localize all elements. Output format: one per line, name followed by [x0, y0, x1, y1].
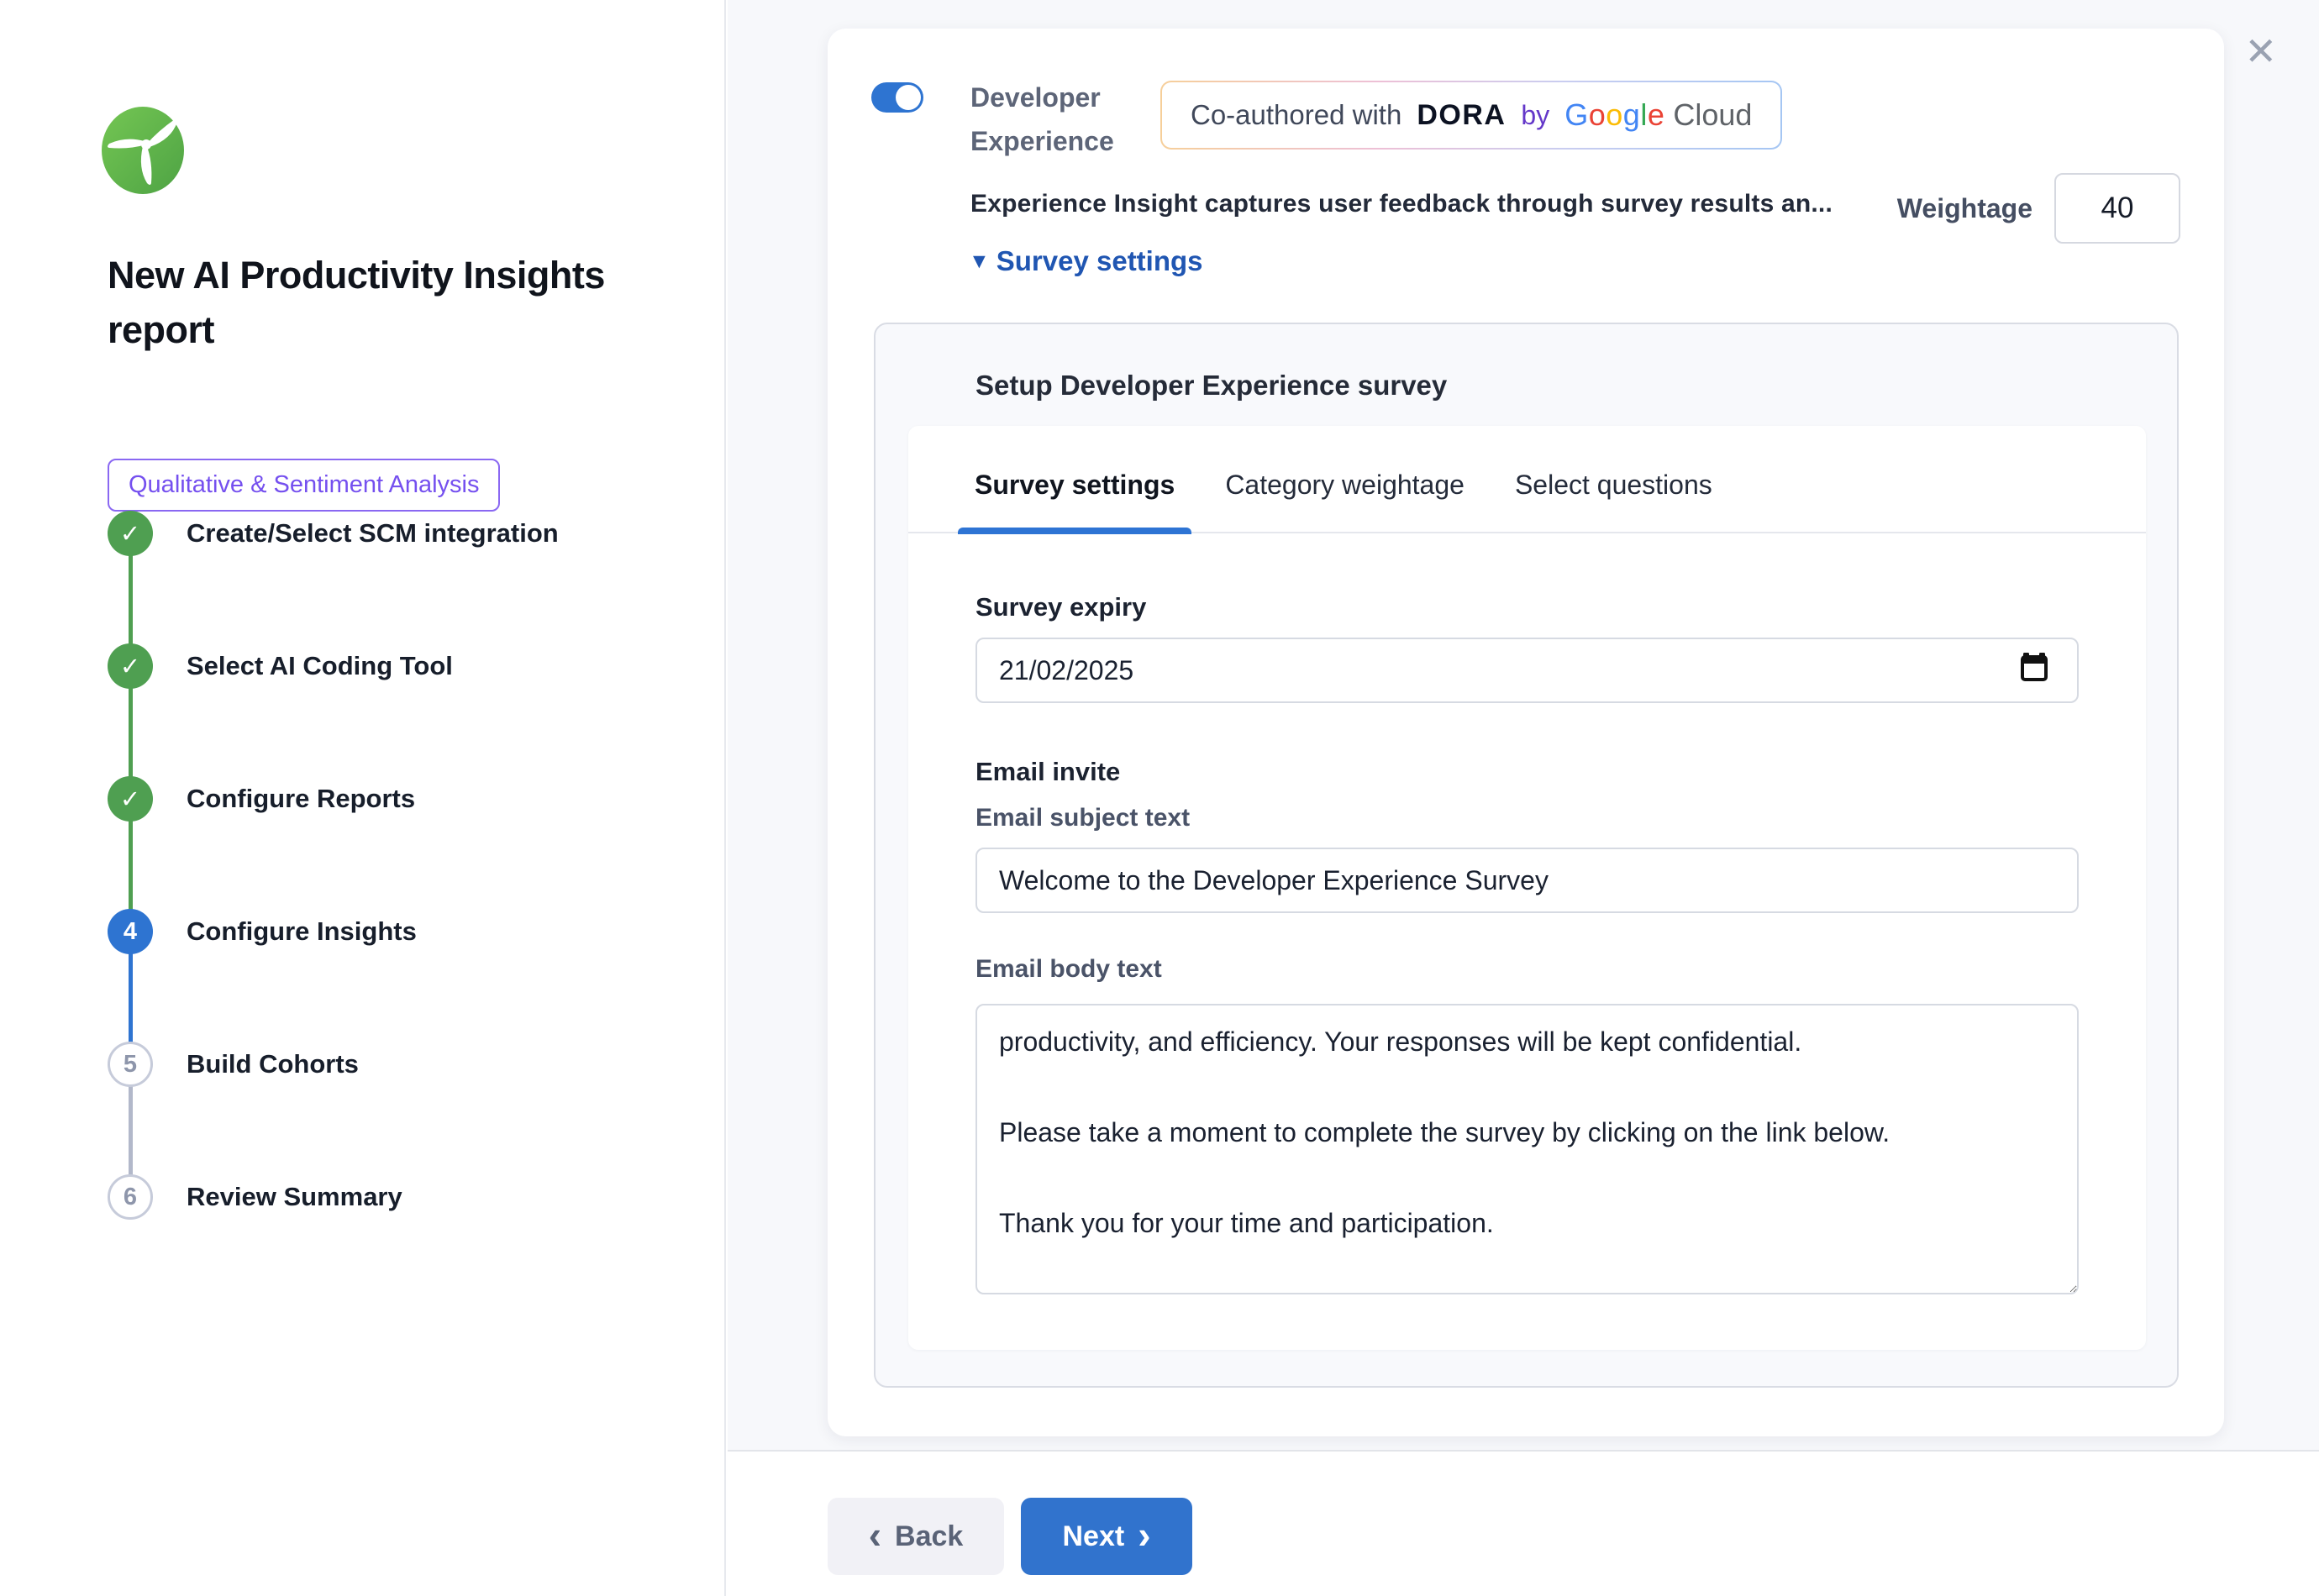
- email-subject-label: Email subject text: [975, 804, 2079, 832]
- google-logo: Google: [1564, 97, 1664, 133]
- step-connector: [129, 687, 133, 778]
- survey-expiry-input[interactable]: 21/02/2025: [975, 638, 2079, 703]
- tab-category-weightage[interactable]: Category weightage: [1225, 437, 1464, 533]
- step-build-cohorts[interactable]: 5 Build Cohorts: [108, 1042, 559, 1174]
- badge-by-text: by: [1521, 100, 1549, 131]
- step-connector: [129, 1085, 133, 1176]
- survey-setup-heading: Setup Developer Experience survey: [975, 370, 1447, 402]
- survey-tabs: Survey settings Category weightage Selec…: [908, 426, 2146, 533]
- step-number: 6: [108, 1174, 153, 1220]
- step-number: 5: [108, 1042, 153, 1087]
- analysis-type-badge: Qualitative & Sentiment Analysis: [108, 459, 500, 512]
- google-cloud-text: Cloud: [1673, 97, 1752, 133]
- insight-card: Developer Experience Co-authored with DO…: [828, 29, 2224, 1436]
- email-body-textarea[interactable]: productivity, and efficiency. Your respo…: [975, 1004, 2079, 1294]
- survey-expiry-value: 21/02/2025: [999, 655, 1133, 686]
- insight-description: Experience Insight captures user feedbac…: [970, 190, 1937, 218]
- step-connector: [129, 953, 133, 1043]
- weightage-input[interactable]: [2054, 173, 2180, 244]
- tab-survey-settings[interactable]: Survey settings: [975, 437, 1175, 533]
- step-create-select-scm[interactable]: ✓ Create/Select SCM integration: [108, 511, 559, 643]
- step-configure-insights[interactable]: 4 Configure Insights: [108, 909, 559, 1042]
- wizard-footer: ‹ Back Next ›: [728, 1453, 2319, 1596]
- email-body-label: Email body text: [975, 955, 2079, 984]
- step-number: 4: [108, 909, 153, 954]
- collapse-arrow-icon: ▼: [969, 251, 990, 272]
- step-connector: [129, 554, 133, 645]
- step-select-ai-coding-tool[interactable]: ✓ Select AI Coding Tool: [108, 643, 559, 776]
- app-logo-icon: [101, 106, 185, 199]
- main-panel: ✕ Developer Experience Co-authored with …: [728, 0, 2319, 1452]
- step-check-icon: ✓: [108, 776, 153, 822]
- step-check-icon: ✓: [108, 511, 153, 556]
- survey-settings-tab-content: Survey expiry 21/02/2025 Email: [908, 533, 2146, 1299]
- dora-logo: DORA: [1417, 99, 1506, 132]
- email-invite-label: Email invite: [975, 757, 2079, 787]
- tab-select-questions[interactable]: Select questions: [1515, 437, 1712, 533]
- weightage-group: Weightage: [1897, 173, 2180, 244]
- step-connector: [129, 820, 133, 911]
- email-subject-input[interactable]: [975, 848, 2079, 913]
- close-icon[interactable]: ✕: [2244, 32, 2277, 71]
- step-configure-reports[interactable]: ✓ Configure Reports: [108, 776, 559, 909]
- insight-name-label: Developer Experience: [970, 76, 1126, 163]
- step-check-icon: ✓: [108, 643, 153, 689]
- coauthored-badge: Co-authored with DORA by Google Cloud: [1160, 81, 1782, 150]
- toggle-knob: [896, 85, 921, 110]
- wizard-steps: ✓ Create/Select SCM integration ✓ Select…: [108, 511, 559, 1223]
- survey-settings-collapse-link[interactable]: ▼ Survey settings: [969, 245, 1203, 277]
- next-button[interactable]: Next ›: [1021, 1498, 1192, 1575]
- survey-settings-link-label: Survey settings: [996, 245, 1203, 277]
- calendar-icon[interactable]: [2020, 652, 2048, 689]
- back-button[interactable]: ‹ Back: [828, 1498, 1004, 1575]
- survey-setup-panel: Setup Developer Experience survey Survey…: [874, 323, 2179, 1388]
- survey-expiry-label: Survey expiry: [975, 592, 2079, 622]
- developer-experience-toggle[interactable]: [871, 82, 923, 113]
- wizard-sidebar: New AI Productivity Insights report Qual…: [0, 0, 726, 1596]
- wizard-title: New AI Productivity Insights report: [108, 249, 645, 358]
- badge-prefix-text: Co-authored with: [1191, 99, 1401, 131]
- survey-tabs-card: Survey settings Category weightage Selec…: [908, 426, 2146, 1350]
- step-review-summary[interactable]: 6 Review Summary: [108, 1174, 559, 1223]
